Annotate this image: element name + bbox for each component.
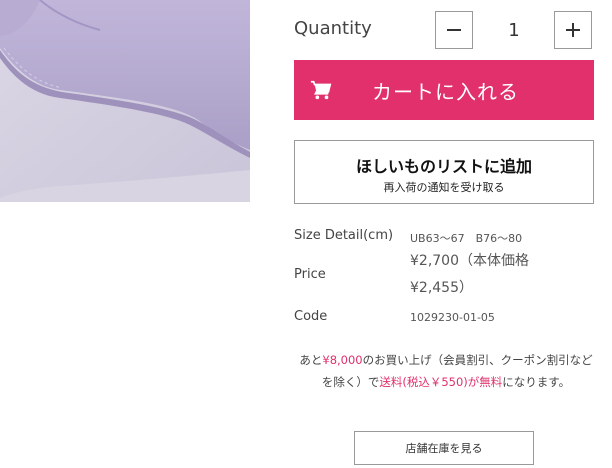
wishlist-title: ほしいものリストに追加: [355, 157, 532, 176]
quantity-increase-button[interactable]: [554, 11, 592, 49]
plus-icon: [566, 23, 580, 37]
notice-free-shipping: 送料(税込￥550)が無料: [379, 375, 503, 389]
add-to-cart-label: カートに入れる: [372, 79, 519, 104]
code-label: Code: [294, 309, 328, 324]
size-detail-label: Size Detail(cm): [294, 228, 394, 243]
product-photo: [0, 0, 250, 202]
code-value: 1029230-01-05: [410, 311, 495, 324]
notice-suffix: になります。: [502, 375, 571, 389]
product-image: [0, 0, 250, 202]
add-to-cart-button[interactable]: カートに入れる: [294, 60, 594, 120]
minus-icon: [447, 29, 461, 31]
shipping-notice: あと¥8,000のお買い上げ（会員割引、クーポン割引などを除く）で送料(税込￥5…: [296, 349, 596, 393]
notice-amount: ¥8,000: [322, 353, 363, 367]
size-detail-value: UB63〜67 B76〜80: [410, 232, 523, 245]
quantity-label: Quantity: [294, 18, 372, 39]
quantity-input[interactable]: [474, 11, 554, 49]
notice-prefix: あと: [299, 353, 323, 367]
add-to-wishlist-button[interactable]: ほしいものリストに追加 再入荷の通知を受け取る: [294, 140, 594, 204]
store-stock-button[interactable]: 店舗在庫を見る: [354, 431, 534, 465]
quantity-decrease-button[interactable]: [435, 11, 473, 49]
price-label: Price: [294, 267, 326, 282]
price-line-1: ¥2,700（本体価格: [410, 253, 529, 269]
shopping-cart-icon: [310, 80, 332, 100]
wishlist-subtitle: 再入荷の通知を受け取る: [383, 181, 505, 194]
price-value: ¥2,700（本体価格 ¥2,455）: [410, 248, 529, 302]
price-line-2: ¥2,455）: [410, 280, 473, 296]
